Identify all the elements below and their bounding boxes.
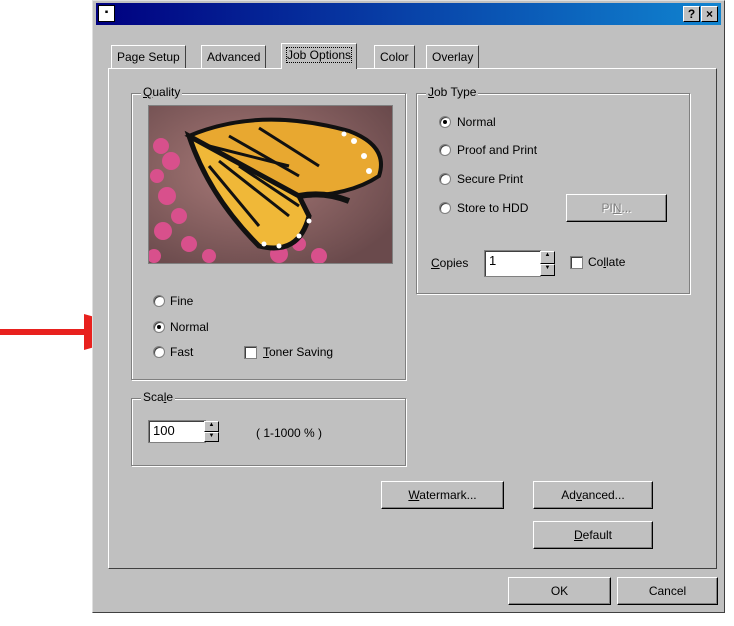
advanced-button[interactable]: Advanced... xyxy=(533,481,653,509)
ok-button[interactable]: OK xyxy=(508,577,611,605)
close-button[interactable]: × xyxy=(701,6,718,22)
default-button[interactable]: Default xyxy=(533,521,653,549)
tab-page-setup[interactable]: Page Setup xyxy=(111,45,186,68)
title-bar[interactable] xyxy=(96,3,721,25)
pin-button[interactable]: PIN... xyxy=(566,194,667,222)
job-proof-print-radio[interactable] xyxy=(439,144,451,156)
chevron-down-icon[interactable]: ▼ xyxy=(540,263,555,276)
quality-normal-radio[interactable] xyxy=(153,321,165,333)
butterfly-preview-image xyxy=(148,105,393,264)
quality-normal-label: Normal xyxy=(170,320,209,334)
job-normal-radio[interactable] xyxy=(439,116,451,128)
job-proof-print-label: Proof and Print xyxy=(457,143,538,157)
watermark-button[interactable]: Watermark... xyxy=(381,481,504,509)
tab-overlay[interactable]: Overlay xyxy=(426,45,480,68)
tab-advanced[interactable]: Advanced xyxy=(201,45,267,68)
scale-spinner[interactable]: ▲ ▼ xyxy=(204,421,219,442)
copies-spinner[interactable]: ▲ ▼ xyxy=(540,251,555,276)
printer-app-icon: ▪ xyxy=(98,5,115,22)
copies-label: Copies xyxy=(431,256,469,270)
chevron-up-icon[interactable]: ▲ xyxy=(540,251,555,264)
collate-checkbox[interactable] xyxy=(570,256,583,269)
job-secure-print-radio[interactable] xyxy=(439,173,451,185)
help-button[interactable]: ? xyxy=(683,6,700,22)
chevron-up-icon[interactable]: ▲ xyxy=(204,421,219,432)
chevron-down-icon[interactable]: ▼ xyxy=(204,431,219,442)
scale-range-label: ( 1-1000 % ) xyxy=(256,426,323,440)
quality-fast-radio[interactable] xyxy=(153,346,165,358)
job-normal-label: Normal xyxy=(457,115,496,129)
collate-label: Collate xyxy=(588,255,626,269)
quality-fast-label: Fast xyxy=(170,345,194,359)
job-store-hdd-label: Store to HDD xyxy=(457,201,529,215)
toner-saving-label: Toner Saving xyxy=(263,345,334,359)
scale-legend: Scale xyxy=(141,390,176,404)
copies-input[interactable]: 1 xyxy=(484,250,541,277)
job-store-hdd-radio[interactable] xyxy=(439,202,451,214)
tab-job-options[interactable]: Job Options xyxy=(281,43,358,69)
job-type-legend: Job Type xyxy=(426,85,479,99)
tab-color[interactable]: Color xyxy=(374,45,415,68)
scale-input[interactable]: 100 xyxy=(148,420,206,443)
quality-fine-radio[interactable] xyxy=(153,295,165,307)
job-secure-print-label: Secure Print xyxy=(457,172,524,186)
quality-legend: Quality xyxy=(141,85,183,99)
cancel-button[interactable]: Cancel xyxy=(617,577,718,605)
quality-fine-label: Fine xyxy=(170,294,194,308)
toner-saving-checkbox[interactable] xyxy=(244,346,257,359)
